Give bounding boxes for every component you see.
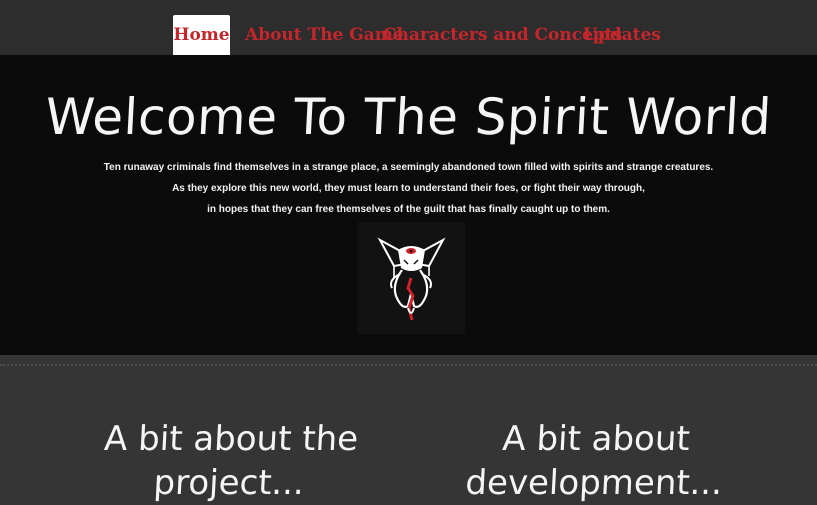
hero-description-line-3: in hopes that they can free themselves o… xyxy=(207,204,610,215)
nav-item-about-the-game[interactable]: About The Game xyxy=(245,15,404,55)
nav-item-updates[interactable]: Updates xyxy=(583,15,661,55)
section-heading-development: A bit about development... xyxy=(453,417,738,505)
section-divider xyxy=(0,364,817,366)
hero-title: Welcome To The Spirit World xyxy=(43,88,774,146)
section-heading-development-line-2: development... xyxy=(464,463,724,503)
page: Home About The Game Characters and Conce… xyxy=(0,0,817,505)
nav-item-home[interactable]: Home xyxy=(173,15,230,55)
section-heading-project-line-1: A bit about the xyxy=(103,419,360,459)
hero-description-line-2: As they explore this new world, they mus… xyxy=(172,183,645,194)
nav-list: Home About The Game Characters and Conce… xyxy=(0,0,817,55)
hero-description-line-1: Ten runaway criminals find themselves in… xyxy=(103,162,714,173)
spirit-emblem-icon xyxy=(358,222,465,334)
section-heading-project-line-2: project... xyxy=(152,463,306,503)
hero-banner: Welcome To The Spirit World Ten runaway … xyxy=(0,55,817,355)
top-navbar: Home About The Game Characters and Conce… xyxy=(0,0,817,55)
section-heading-project: A bit about the project... xyxy=(98,417,363,505)
section-heading-development-line-1: A bit about xyxy=(501,419,691,459)
